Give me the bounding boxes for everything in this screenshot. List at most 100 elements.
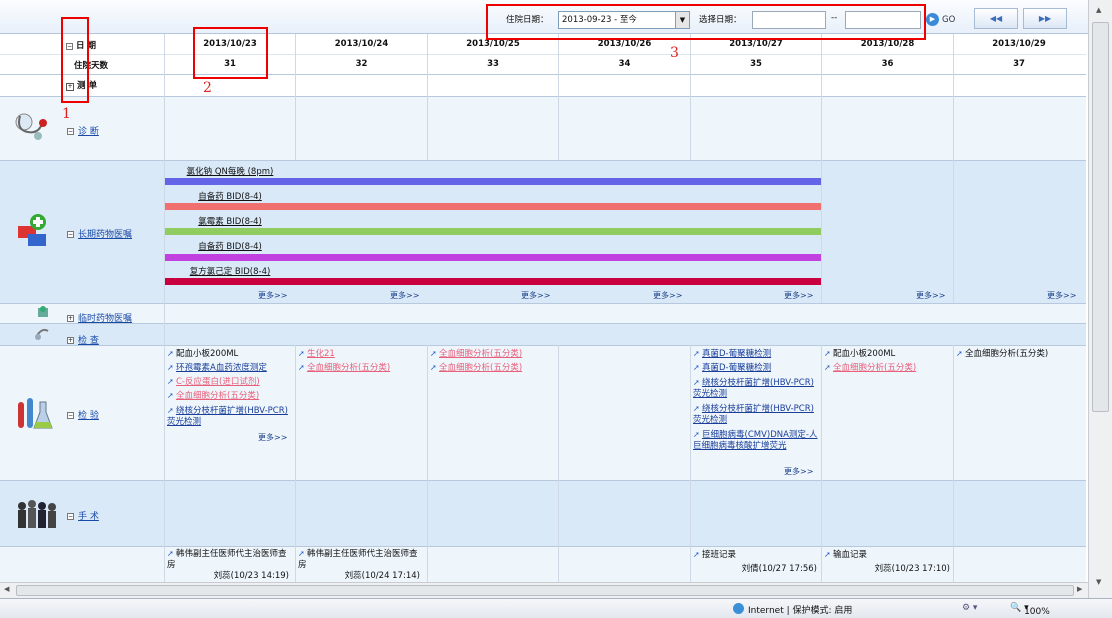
go-button[interactable]: ▶ GO [926,11,955,29]
date-cell: 2013/10/27 [729,39,783,49]
list-item[interactable]: ➚ 真菌D-葡聚糖检测 [693,347,819,361]
drug-order-link[interactable]: 复方氯己定 BID(8-4) [165,265,295,277]
medicine-icon [18,214,46,246]
section-surgery[interactable]: − 手 术 [67,509,99,522]
day-count-cell: 31 [224,59,236,69]
collapse-toggle-icon[interactable]: − [67,231,74,238]
collapse-toggle-icon[interactable]: − [67,412,74,419]
drug-order-link[interactable]: 氯化钠 QN每晚 (8pm) [165,165,295,177]
globe-icon [733,603,744,614]
drug-duration-bar [165,178,821,185]
start-date-input[interactable] [752,11,826,29]
section-exam[interactable]: + 检 查 [67,333,99,346]
list-item[interactable]: ➚ 绕核分枝杆菌扩增(HBV-PCR)荧光检测 [167,405,293,428]
temporary-medicine-icon [38,306,48,317]
record-item[interactable]: ➚ 韩伟副主任医师代主治医师查房 刘蕊(10/23 14:19) [167,548,293,582]
lab-test-list: ➚ 配血小板200ML ➚ 全血细胞分析(五分类) [824,347,950,375]
list-item[interactable]: ➚ 生化21 [298,347,424,361]
section-long-term-orders[interactable]: − 长期药物医嘱 [67,227,132,240]
list-item[interactable]: ➚ 真菌D-葡聚糖检测 [693,361,819,375]
date-cell: 2013/10/29 [992,39,1046,49]
surgery-team-icon [18,500,56,528]
select-date-label: 选择日期： [699,15,742,25]
zoom-level[interactable]: 🔍 100% ▾ [1010,603,1050,617]
day-count-cell: 36 [881,59,894,69]
app-window: 住院日期： 2013-09-23 - 至今 ▼ 选择日期： -- ▶ GO ◀◀ ▶… [0,0,1112,618]
list-item[interactable]: ➚ 全血细胞分析(五分类) [824,361,950,375]
exam-icon [35,328,49,340]
drug-duration-bar [165,254,821,261]
expand-toggle-icon[interactable]: + [67,315,74,322]
range-separator: -- [831,13,838,23]
section-temporary-orders[interactable]: + 临时药物医嘱 [67,311,132,324]
chevron-down-icon[interactable]: ▼ [675,12,689,28]
drug-order-link[interactable]: 自备药 BID(8-4) [165,190,295,202]
more-link[interactable]: 更多>> [258,290,287,301]
lab-test-list: ➚ 生化21 ➚ 全血细胞分析(五分类) [298,347,424,375]
annotation-number: 3 [670,45,679,61]
section-lab-test[interactable]: − 检 验 [67,408,99,421]
annotation-number: 2 [203,80,212,96]
more-link[interactable]: 更多>> [521,290,550,301]
scroll-right-icon[interactable]: ▶ [1077,585,1082,593]
measure-row-label: + 测 单 [66,81,97,91]
more-link[interactable]: 更多>> [784,290,813,301]
next-page-button[interactable]: ▶▶ [1023,8,1067,29]
day-count-cell: 35 [750,59,762,69]
more-link[interactable]: 更多>> [390,290,419,301]
vertical-scrollbar[interactable]: ▲ ▼ [1088,0,1112,598]
day-count-cell: 37 [1013,59,1025,69]
scrollbar-thumb[interactable] [16,585,1074,596]
record-item[interactable]: ➚ 输血记录 刘蕊(10/23 17:10) [824,548,952,576]
go-icon: ▶ [926,13,939,26]
date-cell: 2013/10/23 [203,39,257,49]
prev-page-button[interactable]: ◀◀ [974,8,1018,29]
expand-toggle-icon[interactable]: + [67,337,74,344]
list-item[interactable]: ➚ 全血细胞分析(五分类) [167,389,293,403]
record-item[interactable]: ➚ 接班记录 刘倩(10/27 17:56) [693,548,819,576]
drug-duration-bar [165,203,821,210]
drug-duration-bar [165,228,821,235]
list-item[interactable]: ➚ 全血细胞分析(五分类) [298,361,424,375]
list-item[interactable]: ➚ 环孢霉素A血药浓度测定 [167,361,293,375]
more-link[interactable]: 更多>> [916,290,945,301]
section-diagnosis[interactable]: − 诊 断 [67,124,99,137]
lab-test-list: ➚ 全血细胞分析(五分类) ➚ 全血细胞分析(五分类) [430,347,556,375]
more-link[interactable]: 更多>> [1047,290,1076,301]
collapse-toggle-icon[interactable]: − [67,513,74,520]
scroll-down-icon[interactable]: ▼ [1096,578,1101,586]
list-item[interactable]: ➚ 全血细胞分析(五分类) [430,361,556,375]
lab-test-list: ➚ 真菌D-葡聚糖检测 ➚ 真菌D-葡聚糖检测 ➚ 绕核分枝杆菌扩增(HBV-PCR)… [693,347,819,452]
list-item[interactable]: ➚ 配血小板200ML [167,347,293,361]
horizontal-scrollbar[interactable]: ◀ ▶ [0,582,1088,598]
collapse-toggle-icon[interactable]: − [67,128,74,135]
lab-test-list: ➚ 全血细胞分析(五分类) [956,347,1082,361]
more-link[interactable]: 更多>> [258,432,287,443]
hospital-days-label: 住院天数 [74,61,109,71]
settings-icon[interactable]: ⚙ ▾ [962,603,977,613]
list-item[interactable]: ➚ C-反应蛋白(进口试剂) [167,375,293,389]
list-item[interactable]: ➚ 配血小板200ML [824,347,950,361]
scrollbar-thumb[interactable] [1092,22,1109,412]
list-item[interactable]: ➚ 绕核分枝杆菌扩增(HBV-PCR)荧光检测 [693,377,819,400]
scroll-up-icon[interactable]: ▲ [1096,6,1101,14]
admit-date-select[interactable]: 2013-09-23 - 至今 ▼ [558,11,690,29]
list-item[interactable]: ➚ 巨细胞病毒(CMV)DNA测定-人巨细胞病毒核酸扩增荧光 [693,429,819,452]
date-cell: 2013/10/25 [466,39,520,49]
expand-toggle-icon[interactable]: + [66,83,74,91]
record-item[interactable]: ➚ 韩伟副主任医师代主治医师查房 刘蕊(10/24 17:14) [298,548,424,582]
scroll-left-icon[interactable]: ◀ [4,585,9,593]
day-count-cell: 32 [355,59,368,69]
date-cell: 2013/10/28 [860,39,915,49]
admit-date-label: 住院日期： [506,15,549,25]
date-filter-toolbar: 住院日期： 2013-09-23 - 至今 ▼ 选择日期： -- ▶ GO ◀◀ ▶… [0,0,1088,34]
drug-order-link[interactable]: 氯霉素 BID(8-4) [165,215,295,227]
list-item[interactable]: ➚ 全血细胞分析(五分类) [430,347,556,361]
drug-order-link[interactable]: 自备药 BID(8-4) [165,240,295,252]
end-date-input[interactable] [845,11,921,29]
list-item[interactable]: ➚ 绕核分枝杆菌扩增(HBV-PCR)荧光检测 [693,403,819,426]
more-link[interactable]: 更多>> [784,466,813,477]
list-item[interactable]: ➚ 全血细胞分析(五分类) [956,347,1082,361]
more-link[interactable]: 更多>> [653,290,682,301]
lab-test-icon [18,398,53,429]
